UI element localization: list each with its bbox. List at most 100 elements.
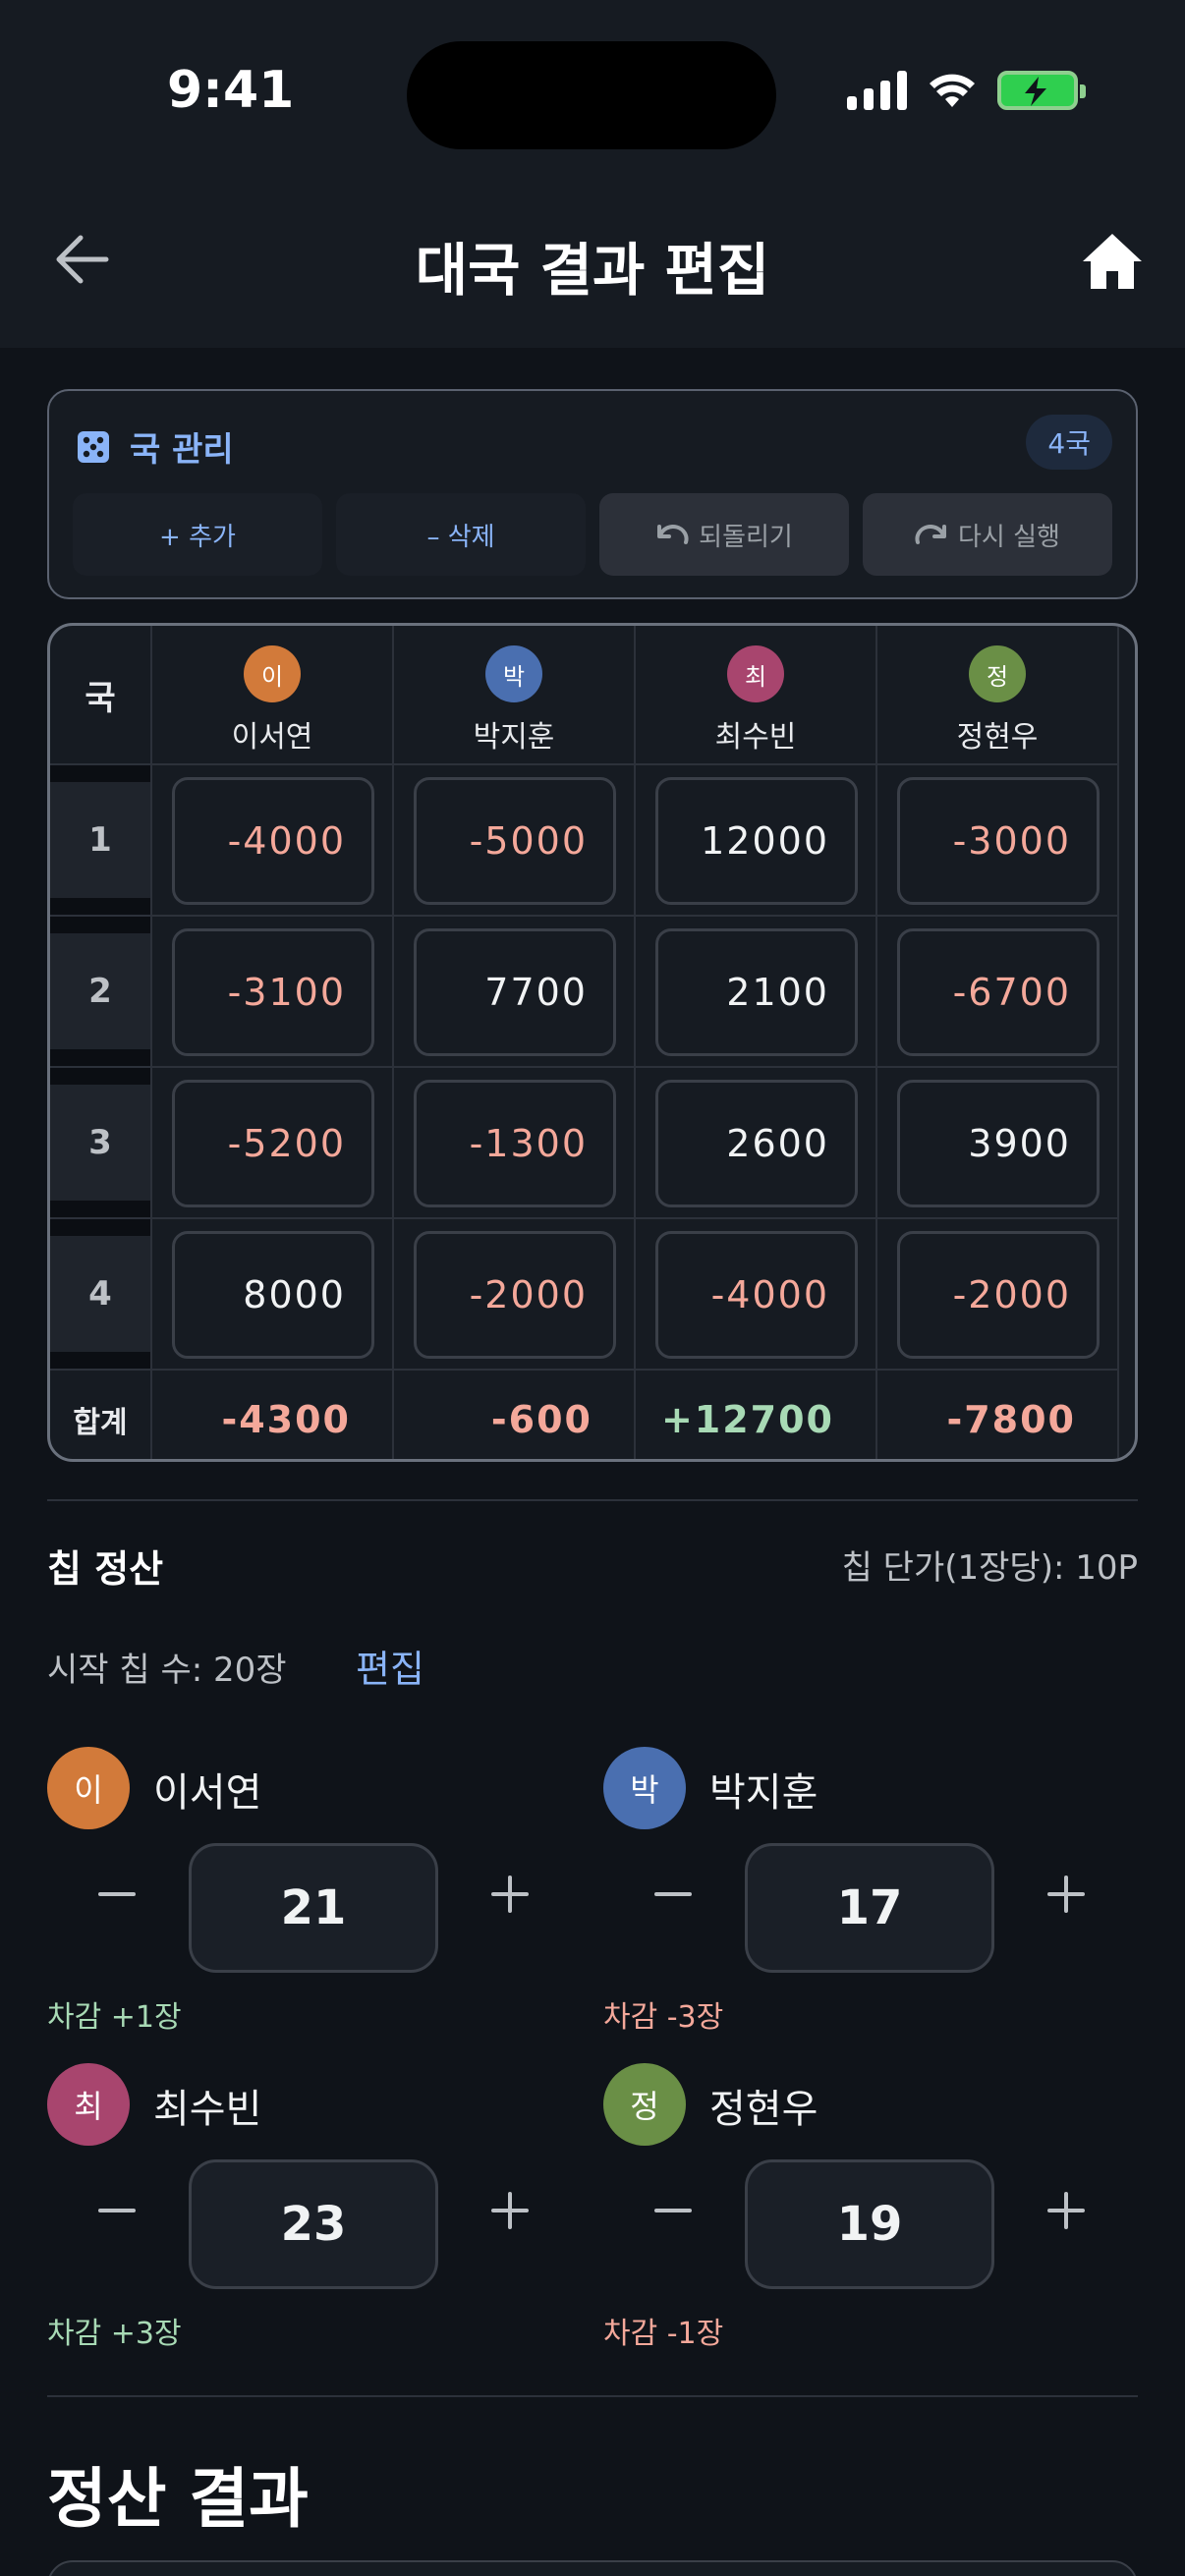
page-title: 대국 결과 편집 [415,237,770,304]
redo-icon [915,525,947,544]
score-cell: -3000 [877,765,1119,917]
round-number-cell: 3 [50,1068,152,1219]
score-table: 국 이 이서연 박 박지훈 최 최수빈 정 정현우 1 -4000 -5000 12000 -3000 2-… [47,623,1138,1462]
chip-difference: 차감 +3장 [47,2317,182,2351]
score-input[interactable]: -3000 [897,777,1100,905]
score-input[interactable]: 2100 [655,928,858,1056]
round-column-header: 국 [50,626,152,765]
chip-player-row: 최 최수빈 23 차감 +3장 [47,2063,597,2358]
divider [47,1499,1138,1501]
battery-charging-icon [997,71,1086,110]
chip-count-input[interactable]: 19 [745,2159,994,2289]
score-cell: 8000 [152,1219,394,1371]
round-number-cell: 4 [50,1219,152,1371]
status-time: 9:41 [167,61,295,120]
player-name: 이서연 [153,1770,262,1816]
player-avatar: 박 [603,1747,686,1829]
score-cell: -2000 [394,1219,636,1371]
decrease-chip-button[interactable] [649,2181,698,2240]
player-avatar: 최 [47,2063,130,2146]
home-icon [1083,234,1142,289]
minus-icon [654,2209,692,2212]
chip-difference: 차감 -3장 [603,2000,724,2035]
score-input[interactable]: 7700 [414,928,616,1056]
divider [47,2395,1138,2397]
increase-chip-button[interactable] [1042,1865,1091,1924]
chip-count-input[interactable]: 17 [745,1843,994,1973]
home-button[interactable] [1081,232,1144,295]
round-count-badge: 4국 [1026,415,1112,470]
player-name: 최수빈 [714,720,797,755]
score-cell: -5200 [152,1068,394,1219]
decrease-chip-button[interactable] [649,1865,698,1924]
chip-player-row: 박 박지훈 17 차감 -3장 [603,1747,1154,2042]
total-label: 합계 [50,1371,152,1459]
player-header: 박 박지훈 [394,626,636,765]
score-cell: -4000 [636,1219,877,1371]
add-round-button[interactable]: + 추가 [73,493,322,576]
score-cell: 3900 [877,1068,1119,1219]
player-avatar: 최 [727,645,784,702]
dice-icon [78,430,109,463]
score-cell: -2000 [877,1219,1119,1371]
score-input[interactable]: -1300 [414,1080,616,1207]
score-input[interactable]: -5000 [414,777,616,905]
settlement-result-card [47,2560,1138,2576]
score-input[interactable]: -4000 [172,777,374,905]
score-cell: 2600 [636,1068,877,1219]
player-avatar: 정 [603,2063,686,2146]
score-cell: -6700 [877,917,1119,1068]
minus-icon [98,1892,136,1896]
player-name: 정현우 [956,720,1039,755]
player-name: 이서연 [231,720,313,755]
chip-player-row: 이 이서연 21 차감 +1장 [47,1747,597,2042]
minus-icon [654,1892,692,1896]
edit-start-chips-link[interactable]: 편집 [356,1639,424,1693]
undo-icon [657,525,689,544]
decrease-chip-button[interactable] [92,2181,141,2240]
score-cell: -3100 [152,917,394,1068]
total-score: -7800 [877,1371,1119,1459]
score-input[interactable]: -5200 [172,1080,374,1207]
chip-difference: 차감 -1장 [603,2317,724,2351]
score-input[interactable]: -3100 [172,928,374,1056]
player-avatar: 이 [47,1747,130,1829]
round-number: 3 [50,1085,150,1201]
score-cell: -5000 [394,765,636,917]
score-cell: -4000 [152,765,394,917]
score-input[interactable]: 8000 [172,1231,374,1359]
chip-unit-price: 칩 단가(1장당): 10P [841,1548,1138,1588]
increase-chip-button[interactable] [485,2181,535,2240]
score-input[interactable]: -2000 [897,1231,1100,1359]
redo-label: 다시 실행 [958,522,1060,552]
settlement-result-title: 정산 결과 [47,2461,309,2537]
score-input[interactable]: -2000 [414,1231,616,1359]
score-input[interactable]: 12000 [655,777,858,905]
increase-chip-button[interactable] [1042,2181,1091,2240]
round-management-card: 국 관리 4국 + 추가 – 삭제 되돌리기 다시 실행 [47,389,1138,599]
plus-icon [1047,1876,1085,1913]
status-icons [847,71,1086,110]
score-cell: 7700 [394,917,636,1068]
chip-count-input[interactable]: 23 [189,2159,438,2289]
undo-label: 되돌리기 [699,522,793,552]
player-name: 최수빈 [153,2087,262,2132]
redo-button[interactable]: 다시 실행 [863,493,1112,576]
score-input[interactable]: -6700 [897,928,1100,1056]
score-input[interactable]: 2600 [655,1080,858,1207]
score-input[interactable]: 3900 [897,1080,1100,1207]
player-name: 박지훈 [709,1770,818,1816]
total-score: +12700 [636,1371,877,1459]
score-input[interactable]: -4000 [655,1231,858,1359]
plus-icon [1047,2192,1085,2229]
chip-player-row: 정 정현우 19 차감 -1장 [603,2063,1154,2358]
delete-round-button[interactable]: – 삭제 [336,493,586,576]
player-header: 정 정현우 [877,626,1119,765]
round-number-cell: 1 [50,765,152,917]
chip-count-input[interactable]: 21 [189,1843,438,1973]
chip-difference: 차감 +1장 [47,2000,182,2035]
undo-button[interactable]: 되돌리기 [599,493,849,576]
decrease-chip-button[interactable] [92,1865,141,1924]
player-avatar: 이 [244,645,301,702]
increase-chip-button[interactable] [485,1865,535,1924]
